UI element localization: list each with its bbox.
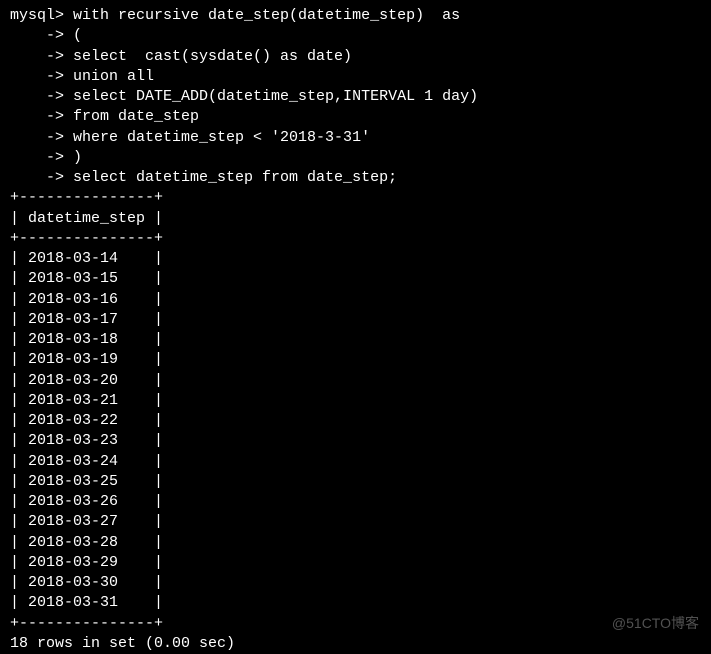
sql-text: ) [64, 149, 82, 166]
table-border: +---------------+ [10, 614, 701, 634]
watermark: @51CTO博客 [612, 614, 699, 633]
sql-text: from date_step [64, 108, 199, 125]
table-row: | 2018-03-30 | [10, 573, 701, 593]
query-line: -> ) [10, 148, 701, 168]
table-row: | 2018-03-15 | [10, 269, 701, 289]
cont-prompt: -> [10, 149, 64, 166]
cont-prompt: -> [10, 48, 64, 65]
sql-text: select cast(sysdate() as date) [64, 48, 352, 65]
result-summary: 18 rows in set (0.00 sec) [10, 634, 701, 654]
table-border: +---------------+ [10, 188, 701, 208]
terminal-output: mysql> with recursive date_step(datetime… [10, 6, 701, 654]
table-row: | 2018-03-17 | [10, 310, 701, 330]
query-line: -> select datetime_step from date_step; [10, 168, 701, 188]
query-line: -> where datetime_step < '2018-3-31' [10, 128, 701, 148]
table-header: | datetime_step | [10, 209, 701, 229]
table-border: +---------------+ [10, 229, 701, 249]
cont-prompt: -> [10, 68, 64, 85]
mysql-prompt: mysql> [10, 7, 64, 24]
query-line: -> select cast(sysdate() as date) [10, 47, 701, 67]
table-row: | 2018-03-18 | [10, 330, 701, 350]
table-row: | 2018-03-29 | [10, 553, 701, 573]
query-line: -> ( [10, 26, 701, 46]
table-row: | 2018-03-19 | [10, 350, 701, 370]
query-line: -> union all [10, 67, 701, 87]
sql-text: union all [64, 68, 154, 85]
cont-prompt: -> [10, 88, 64, 105]
table-row: | 2018-03-31 | [10, 593, 701, 613]
table-row: | 2018-03-16 | [10, 290, 701, 310]
table-row: | 2018-03-20 | [10, 371, 701, 391]
table-row: | 2018-03-26 | [10, 492, 701, 512]
table-row: | 2018-03-25 | [10, 472, 701, 492]
table-row: | 2018-03-23 | [10, 431, 701, 451]
sql-text: select datetime_step from date_step; [64, 169, 397, 186]
table-row: | 2018-03-27 | [10, 512, 701, 532]
sql-text: select DATE_ADD(datetime_step,INTERVAL 1… [64, 88, 478, 105]
sql-text: with recursive date_step(datetime_step) … [64, 7, 460, 24]
cont-prompt: -> [10, 27, 64, 44]
sql-text: ( [64, 27, 82, 44]
query-line: -> from date_step [10, 107, 701, 127]
query-line: -> select DATE_ADD(datetime_step,INTERVA… [10, 87, 701, 107]
table-row: | 2018-03-28 | [10, 533, 701, 553]
query-line: mysql> with recursive date_step(datetime… [10, 6, 701, 26]
table-row: | 2018-03-21 | [10, 391, 701, 411]
table-row: | 2018-03-14 | [10, 249, 701, 269]
cont-prompt: -> [10, 108, 64, 125]
cont-prompt: -> [10, 129, 64, 146]
table-row: | 2018-03-24 | [10, 452, 701, 472]
sql-text: where datetime_step < '2018-3-31' [64, 129, 370, 146]
table-row: | 2018-03-22 | [10, 411, 701, 431]
cont-prompt: -> [10, 169, 64, 186]
